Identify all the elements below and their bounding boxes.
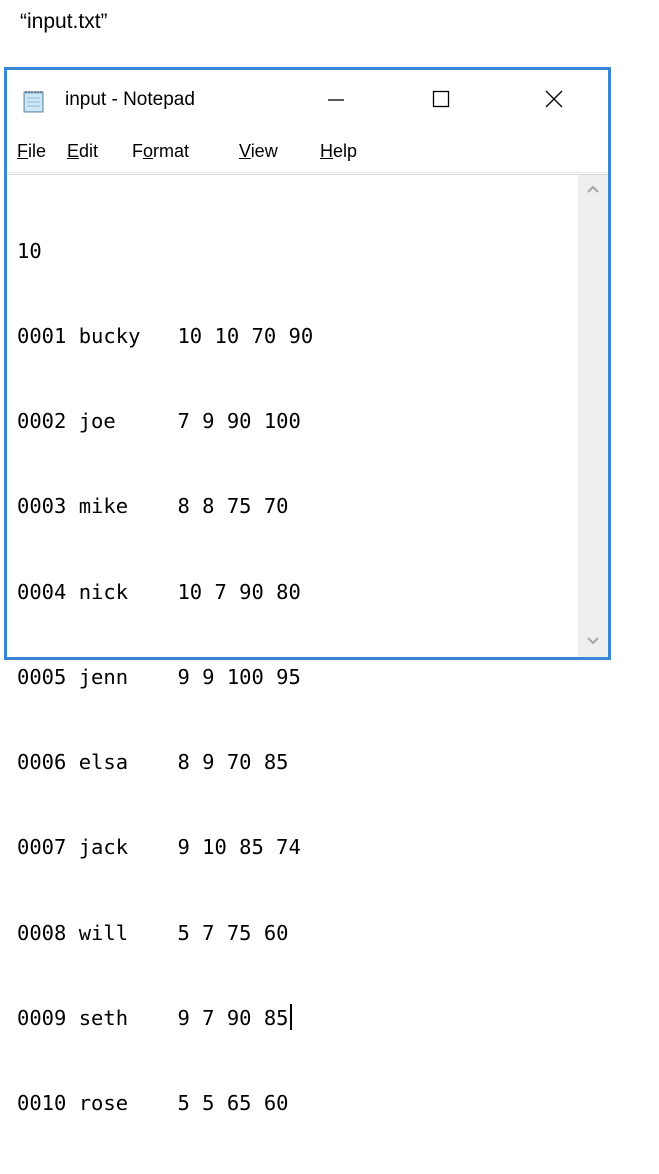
text-line: 0002 joe 7 9 90 100 (17, 409, 301, 434)
notepad-window: input - Notepad File Edit Format View He… (4, 67, 611, 1115)
menu-help[interactable]: Help (320, 141, 357, 162)
text-line: 0004 nick 10 7 90 80 (17, 579, 301, 604)
text-line: 0003 mike 8 8 75 70 (17, 494, 289, 519)
chevron-down-icon (586, 633, 600, 651)
file-caption: “input.txt” (20, 10, 108, 33)
title-bar[interactable]: input - Notepad (7, 70, 608, 132)
text-line: 0001 bucky 10 10 70 90 (17, 324, 314, 349)
text-editor[interactable]: 10 0001 bucky 10 10 70 90 0002 joe 7 9 9… (7, 174, 608, 1115)
minimize-button[interactable] (307, 70, 365, 132)
menu-format[interactable]: Format (132, 141, 189, 162)
text-line: 0009 seth 9 7 90 85 (17, 1005, 289, 1030)
maximize-icon (431, 89, 451, 114)
menu-file[interactable]: File (17, 141, 46, 162)
window-title: input - Notepad (65, 89, 195, 110)
minimize-icon (326, 89, 346, 114)
text-line: 0005 jenn 9 9 100 95 (17, 664, 301, 689)
text-line: 0010 rose 5 5 65 60 (17, 1091, 289, 1115)
scroll-down-button[interactable] (578, 627, 608, 657)
document-text[interactable]: 10 0001 bucky 10 10 70 90 0002 joe 7 9 9… (17, 180, 313, 1174)
scroll-up-button[interactable] (578, 175, 608, 205)
scroll-track[interactable] (578, 205, 608, 627)
menu-edit[interactable]: Edit (67, 141, 98, 162)
text-line: 10 (17, 238, 42, 263)
text-line: 0008 will 5 7 75 60 (17, 920, 289, 945)
text-line-caret: 0009 seth 9 7 90 85 (17, 1003, 313, 1032)
vertical-scrollbar[interactable] (578, 175, 608, 657)
maximize-button[interactable] (412, 70, 470, 132)
menu-bar: File Edit Format View Help (7, 134, 608, 173)
close-icon (544, 89, 564, 114)
close-button[interactable] (525, 70, 583, 132)
text-caret (289, 1003, 292, 1030)
notepad-icon (21, 88, 47, 114)
text-line: 0006 elsa 8 9 70 85 (17, 750, 289, 775)
text-line: 0007 jack 9 10 85 74 (17, 835, 301, 860)
chevron-up-icon (586, 181, 600, 199)
menu-view[interactable]: View (239, 141, 278, 162)
